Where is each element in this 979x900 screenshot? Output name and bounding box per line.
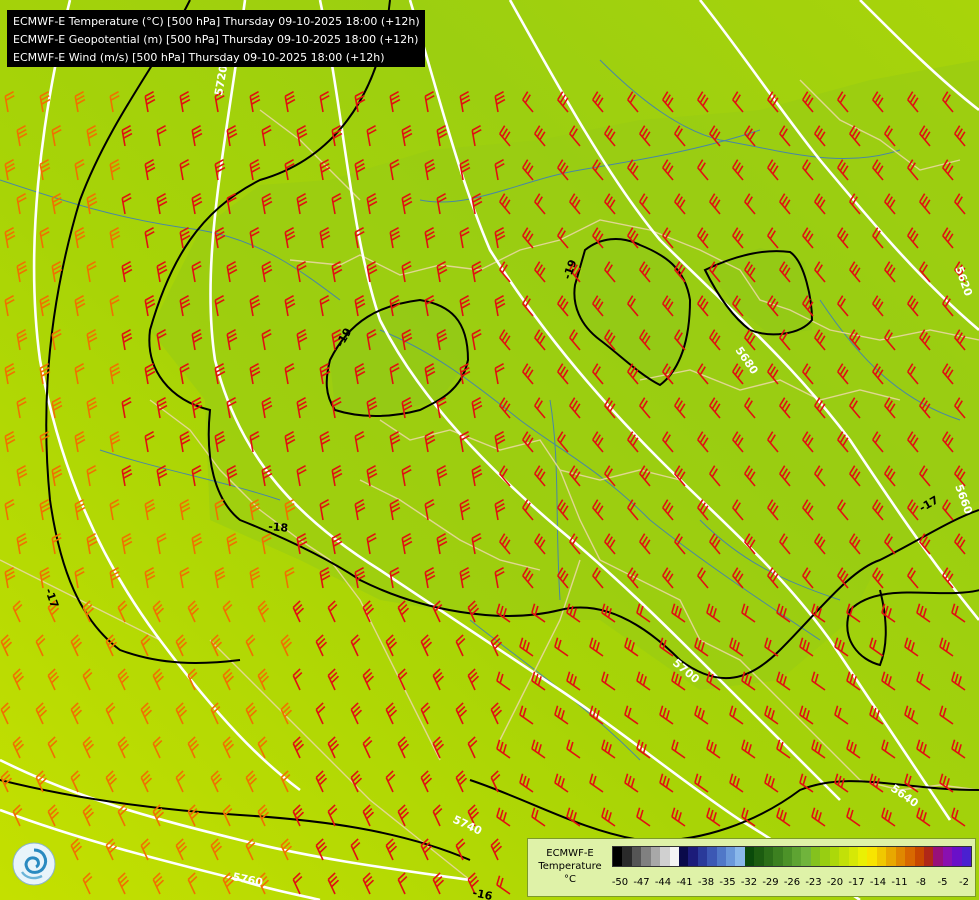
legend-model: ECMWF-E: [546, 848, 594, 859]
legend-swatch: [697, 847, 708, 866]
legend-swatch: [782, 847, 793, 866]
legend-variable: Temperature: [538, 861, 602, 872]
legend-swatch: [660, 847, 670, 866]
map-title-box: ECMWF-E Temperature (°C) [500 hPa] Thurs…: [7, 10, 425, 67]
title-line-temperature: ECMWF-E Temperature (°C) [500 hPa] Thurs…: [13, 15, 420, 28]
legend-swatch: [688, 847, 698, 866]
legend-swatch: [942, 847, 953, 866]
legend-tick-label: -26: [783, 877, 801, 888]
legend-swatch: [905, 847, 915, 866]
legend-swatch: [933, 847, 943, 866]
legend-swatch: [848, 847, 858, 866]
legend-swatch: [886, 847, 896, 866]
legend-tick-label: -23: [805, 877, 822, 888]
legend-tick-label: -5: [937, 877, 948, 888]
legend-swatch: [829, 847, 840, 866]
legend-ticks: -50 -47 -44 -41 -38 -35 -32 -29 -26 -23 -20 -17 -14-…: [612, 877, 972, 891]
legend-swatch: [810, 847, 821, 866]
legend-tick-label: -32: [740, 877, 758, 888]
forecast-map: 5720 5680 5700 5740 5760 5620 5660 5640 …: [0, 0, 979, 900]
legend-unit: °C: [564, 874, 576, 885]
legend-tick-label: -17: [848, 877, 865, 888]
legend-title: ECMWF-E Temperature °C: [534, 847, 606, 886]
legend-swatch: [650, 847, 661, 866]
legend-tick-label: -2: [959, 877, 969, 888]
legend-swatch: [923, 847, 934, 866]
legend-tick-label: -38: [697, 877, 715, 888]
legend-swatch: [754, 847, 764, 866]
legend-swatch: [622, 847, 632, 866]
legend-tick-label: -8: [916, 877, 926, 888]
legend-tick-label: -41: [676, 877, 693, 888]
legend-swatch: [726, 847, 736, 866]
legend-tick-label: -20: [826, 877, 844, 888]
legend-swatch: [631, 847, 642, 866]
title-line-wind: ECMWF-E Wind (m/s) [500 hPa] Thursday 09…: [13, 51, 385, 64]
legend-swatch: [641, 847, 651, 866]
legend-swatch: [914, 847, 924, 866]
legend-swatch: [707, 847, 717, 866]
legend-tick-label: -29: [762, 877, 779, 888]
legend-swatch: [613, 847, 623, 866]
legend-swatch: [961, 847, 972, 866]
legend-swatch: [857, 847, 868, 866]
contour-label: -18: [268, 520, 289, 535]
legend-swatch: [773, 847, 783, 866]
legend-swatch: [895, 847, 906, 866]
legend-swatch: [867, 847, 877, 866]
legend-swatch: [876, 847, 887, 866]
legend-tick-label: -50: [611, 877, 629, 888]
legend-tick-label: -44: [654, 877, 672, 888]
legend-swatch: [952, 847, 962, 866]
legend-tick-label: -35: [719, 877, 736, 888]
legend-swatch: [820, 847, 830, 866]
legend-swatch: [801, 847, 811, 866]
legend-tick-label: -11: [891, 877, 908, 888]
legend-swatch: [678, 847, 689, 866]
legend-swatch: [744, 847, 755, 866]
legend-tick-label: -47: [633, 877, 650, 888]
temperature-legend: ECMWF-E Temperature °C -50 -47 -44 -41 -38 -3…: [527, 838, 976, 897]
legend-swatch: [735, 847, 745, 866]
legend-swatch: [716, 847, 727, 866]
legend-color-bar: [612, 846, 972, 867]
ecmwf-swirl-icon: [12, 842, 56, 886]
legend-swatch: [763, 847, 774, 866]
title-line-geopotential: ECMWF-E Geopotential (m) [500 hPa] Thurs…: [13, 33, 419, 46]
legend-tick-label: -14: [869, 877, 887, 888]
legend-swatch: [669, 847, 679, 866]
legend-swatch: [792, 847, 802, 866]
legend-swatch: [839, 847, 849, 866]
